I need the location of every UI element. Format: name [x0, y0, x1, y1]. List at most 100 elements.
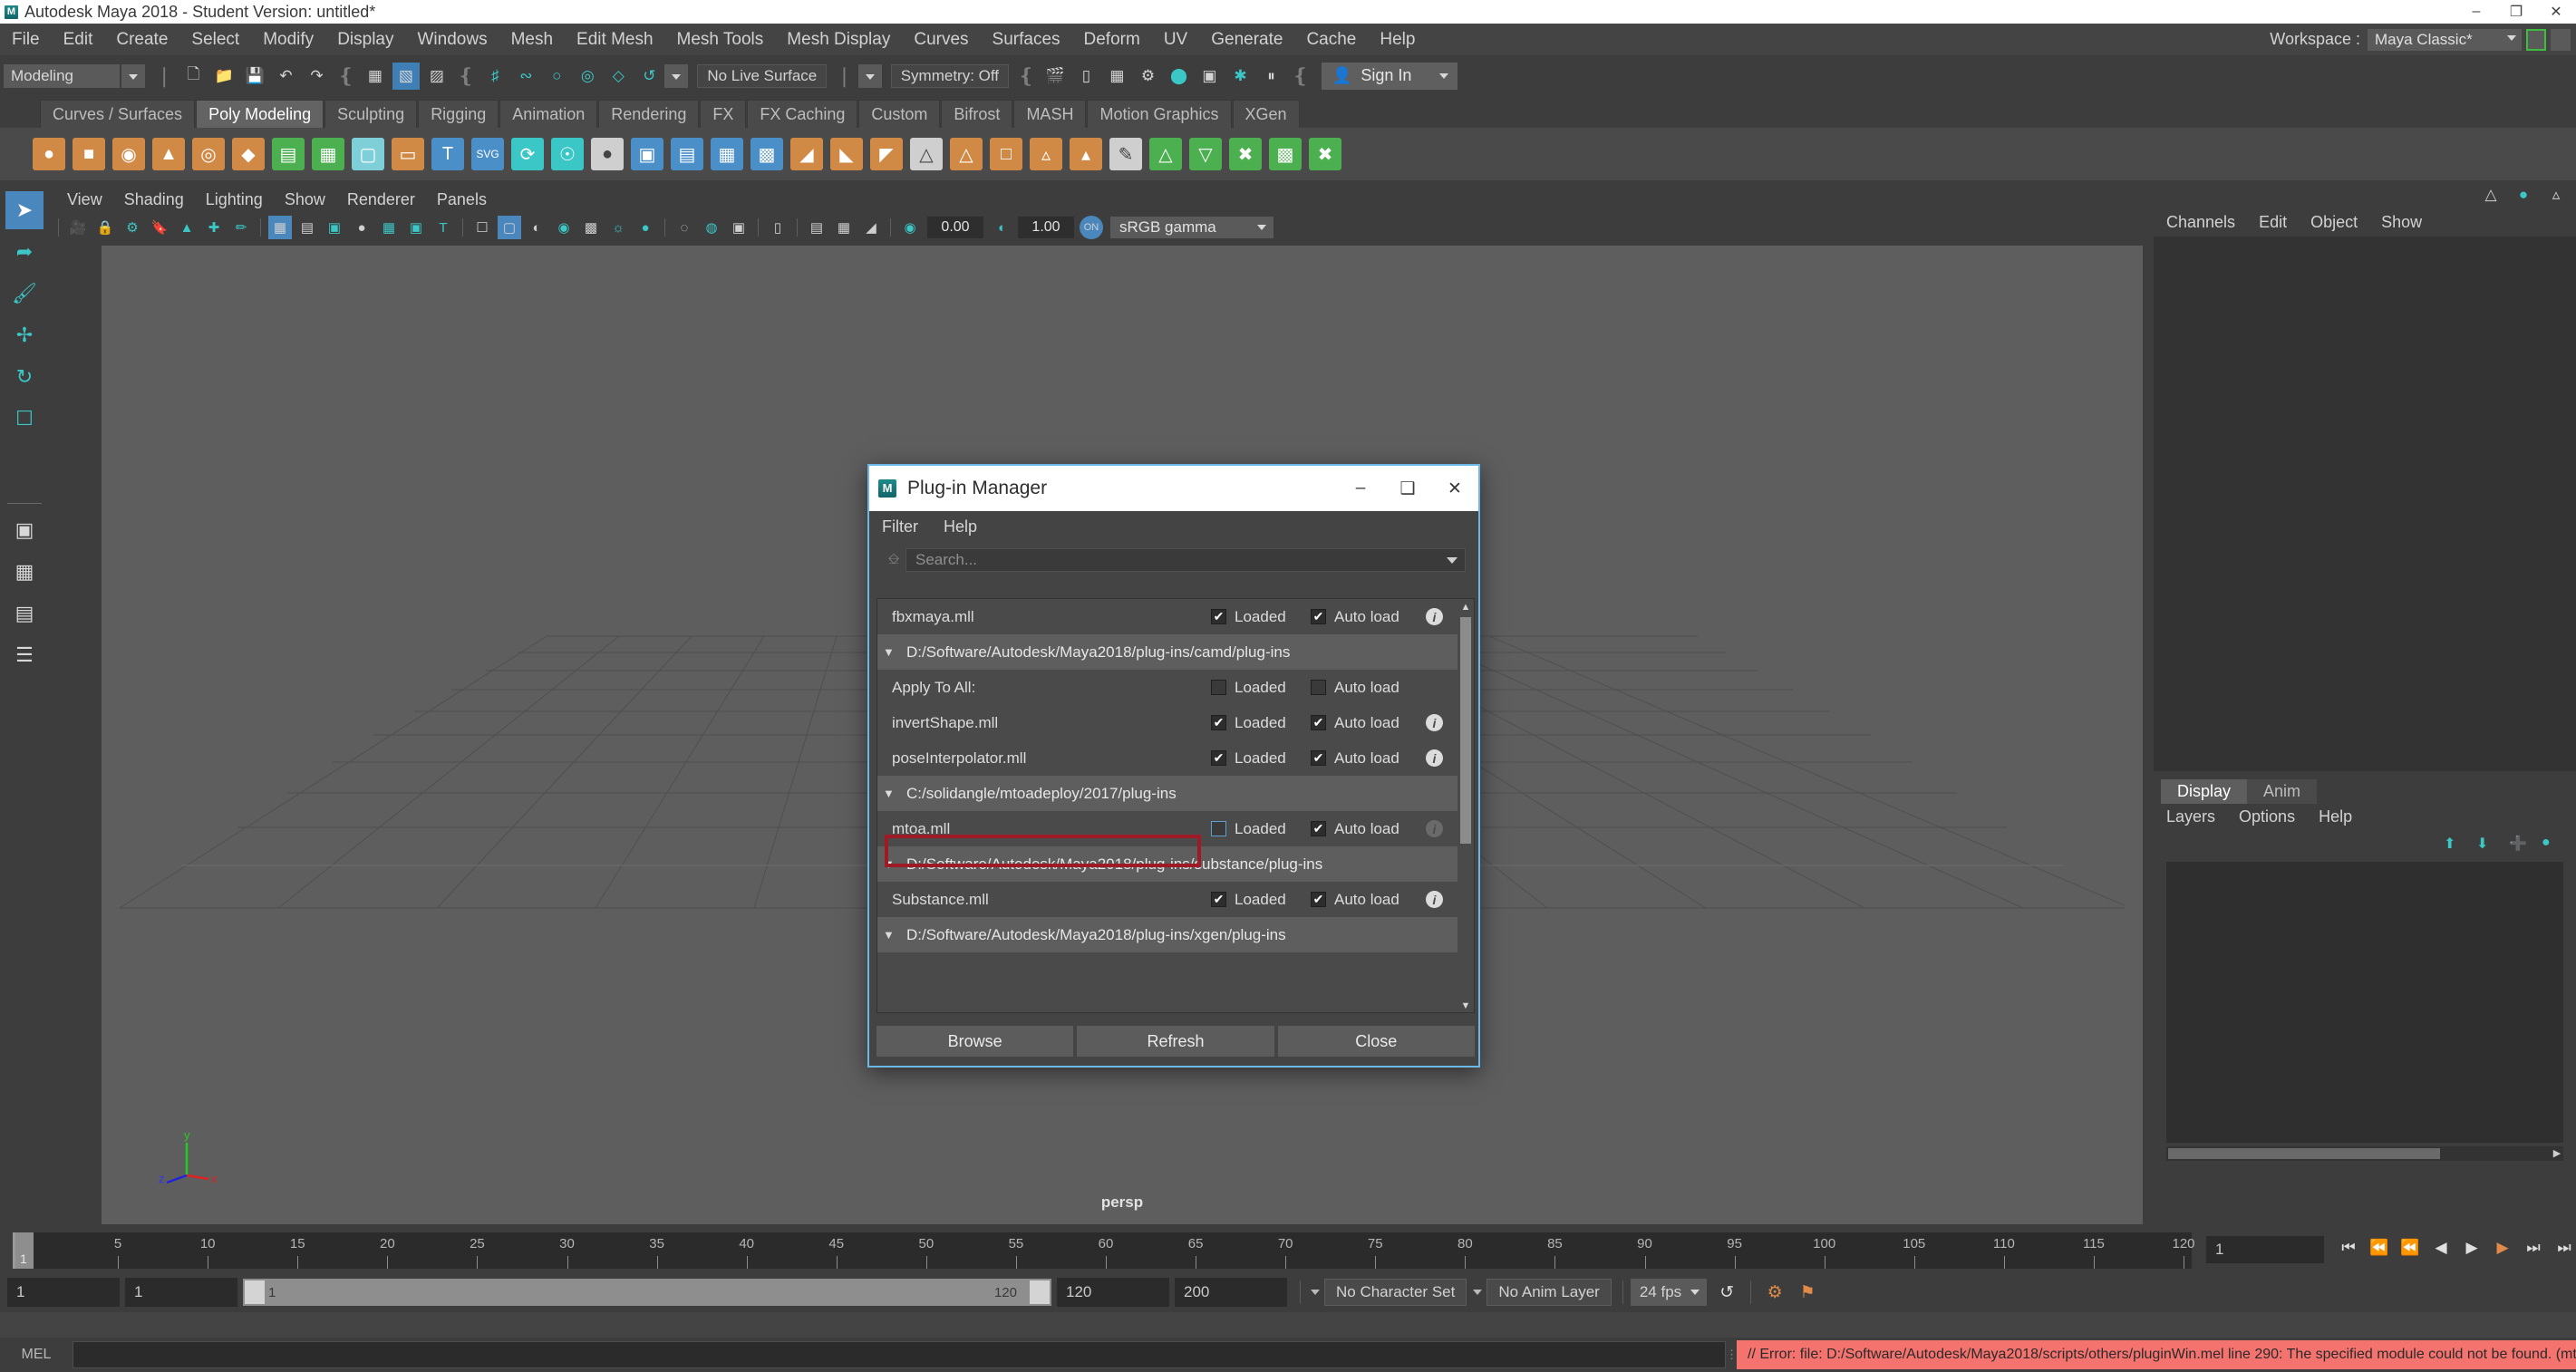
shelf-tab-custom[interactable]: Custom [858, 100, 941, 128]
lock-camera-icon[interactable]: 🔒 [93, 216, 117, 239]
save-scene-icon[interactable]: 💾 [241, 63, 268, 90]
xray-icon[interactable]: ▤ [805, 216, 828, 239]
close-button[interactable]: ✕ [2536, 0, 2576, 24]
plugin-info-icon[interactable]: i [1426, 820, 1443, 837]
anim-end-field[interactable]: 120 [1057, 1278, 1169, 1307]
go-to-start-icon[interactable]: ⏮ [2337, 1236, 2360, 1260]
poly-svg-icon[interactable]: SVG [471, 138, 504, 170]
loaded-checkbox-group[interactable]: ✔ Loaded [1211, 749, 1286, 768]
autoload-checkbox-group[interactable]: ✔ Auto load [1311, 608, 1399, 626]
snap-to-grid-icon[interactable]: ♯ [481, 63, 508, 90]
snap-to-projected-center-icon[interactable]: ◎ [574, 63, 601, 90]
playback-loop-icon[interactable]: ↺ [1713, 1279, 1740, 1306]
workspace-options-button[interactable] [2551, 28, 2571, 51]
shelf-tab-bifrost[interactable]: Bifrost [941, 100, 1013, 128]
smooth-shade-icon[interactable]: ▢ [498, 216, 521, 239]
menu-item-edit-mesh[interactable]: Edit Mesh [565, 24, 664, 55]
playback-start-field[interactable]: 1 [125, 1278, 237, 1307]
panel-menu-show[interactable]: Show [274, 190, 336, 209]
range-start-field[interactable]: 1 [7, 1278, 120, 1307]
plugin-row[interactable]: invertShape.mll ✔ Loaded ✔ Auto load i [877, 705, 1474, 740]
two-d-pan-zoom-icon[interactable]: ✚ [202, 216, 226, 239]
poly-booleans-icon[interactable]: ▢ [352, 138, 384, 170]
triangle-down-icon[interactable]: ▼ [883, 645, 906, 659]
scroll-down-icon[interactable]: ▼ [1457, 998, 1474, 1012]
screen-space-ao-icon[interactable]: ◌ [673, 216, 696, 239]
poly-uv-icon[interactable]: ▩ [1269, 138, 1302, 170]
open-scene-icon[interactable]: 📁 [210, 63, 237, 90]
close-button[interactable]: Close [1277, 1026, 1475, 1057]
previous-key-icon[interactable]: ⏪ [2398, 1236, 2422, 1260]
menu-item-cache[interactable]: Cache [1294, 24, 1368, 55]
autoload-checkbox[interactable]: ✔ [1311, 750, 1326, 766]
panel-menu-shading[interactable]: Shading [113, 190, 195, 209]
redo-previous-render-icon[interactable]: ▯ [1072, 63, 1099, 90]
plugin-manager-close-button[interactable]: ✕ [1431, 466, 1478, 511]
triangle-down-icon[interactable]: ▼ [883, 787, 906, 800]
render-current-frame-icon[interactable]: 🎬 [1041, 63, 1069, 90]
shelf-tab-xgen[interactable]: XGen [1232, 100, 1300, 128]
color-space-dropdown[interactable]: sRGB gamma [1110, 217, 1273, 238]
select-tool-icon[interactable]: ➤ [5, 191, 44, 229]
new-layer-icon[interactable]: ➕ [2509, 835, 2529, 852]
menu-item-modify[interactable]: Modify [251, 24, 325, 55]
triangle-down-icon[interactable]: ▼ [883, 928, 906, 942]
workspace-save-button[interactable] [2526, 28, 2546, 51]
poly-combine-icon[interactable]: ▤ [272, 138, 305, 170]
live-surface-dropdown-arrow[interactable] [664, 63, 689, 88]
move-tool-icon[interactable]: ✢ [5, 316, 44, 354]
plugin-menu-help[interactable]: Help [944, 517, 977, 536]
autoload-checkbox[interactable] [1311, 680, 1326, 695]
grease-pencil-icon[interactable]: ✏ [229, 216, 253, 239]
resolution-gate-icon[interactable]: ▣ [323, 216, 346, 239]
snap-to-view-plane-icon[interactable]: ◇ [605, 63, 632, 90]
autoload-checkbox-group[interactable]: Auto load [1311, 679, 1399, 697]
new-scene-icon[interactable]: 🗋 [179, 63, 207, 90]
panel-menu-panels[interactable]: Panels [426, 190, 498, 209]
scroll-thumb[interactable] [1460, 617, 1471, 844]
loaded-checkbox[interactable]: ✔ [1211, 609, 1226, 624]
lasso-tool-icon[interactable]: ➦ [5, 233, 44, 271]
rotate-tool-icon[interactable]: ↻ [5, 358, 44, 396]
menu-set-dropdown-arrow[interactable] [121, 63, 145, 88]
exposure-value[interactable]: 0.00 [927, 217, 983, 238]
scroll-right-icon[interactable]: ▶ [2551, 1147, 2563, 1160]
render-settings-icon[interactable]: ⚙ [1134, 63, 1161, 90]
shelf-tab-rigging[interactable]: Rigging [418, 100, 499, 128]
poly-prism-icon[interactable]: ◆ [232, 138, 265, 170]
menu-set-dropdown-value[interactable]: Modeling [4, 63, 120, 88]
poly-plane-icon[interactable]: ▭ [392, 138, 424, 170]
autoload-checkbox-group[interactable]: ✔ Auto load [1311, 749, 1399, 768]
shelf-tab-curves-surfaces[interactable]: Curves / Surfaces [40, 100, 196, 128]
character-set-dropdown-arrow[interactable] [1308, 1280, 1324, 1304]
poly-cone-icon[interactable]: ▲ [152, 138, 185, 170]
plugin-info-icon[interactable]: i [1426, 891, 1443, 908]
poly-slide-edge-icon[interactable]: △ [1149, 138, 1182, 170]
poly-reduce-icon[interactable]: ▵ [1030, 138, 1062, 170]
loaded-checkbox-group[interactable]: Loaded [1211, 679, 1286, 697]
command-line-grip[interactable]: ⋮ [1726, 1341, 1738, 1368]
select-by-hierarchy-icon[interactable]: ▦ [362, 63, 389, 90]
shelf-tab-motion-graphics[interactable]: Motion Graphics [1087, 100, 1232, 128]
play-backwards-icon[interactable]: ◀ [2429, 1236, 2453, 1260]
menu-item-deform[interactable]: Deform [1072, 24, 1152, 55]
plugin-list-scrollbar[interactable]: ▲ ▼ [1457, 599, 1474, 1012]
command-input[interactable] [73, 1341, 1726, 1368]
poly-append-icon[interactable]: ▽ [1189, 138, 1222, 170]
exposure-icon[interactable]: ◉ [898, 216, 922, 239]
scroll-thumb[interactable] [2168, 1148, 2440, 1159]
wireframe-icon[interactable]: ☐ [470, 216, 494, 239]
plugin-group-row[interactable]: ▼ D:/Software/Autodesk/Maya2018/plug-ins/… [877, 917, 1474, 952]
layer-list[interactable] [2166, 862, 2563, 1143]
poly-pipe-icon[interactable]: ☉ [551, 138, 584, 170]
poly-separate-icon[interactable]: ▦ [312, 138, 344, 170]
plugin-list[interactable]: fbxmaya.mll ✔ Loaded ✔ Auto load i ▼ D:/Softwar… [876, 598, 1475, 1013]
symmetry-dropdown-arrow[interactable] [857, 63, 882, 88]
poly-cube-icon[interactable]: ■ [73, 138, 105, 170]
tab-anim[interactable]: Anim [2247, 779, 2318, 804]
use-all-lights-icon[interactable]: ◉ [552, 216, 576, 239]
play-forwards-icon[interactable]: ▶ [2460, 1236, 2484, 1260]
loaded-checkbox-group[interactable]: ✔ Loaded [1211, 714, 1286, 732]
menu-item-mesh-display[interactable]: Mesh Display [775, 24, 902, 55]
poly-mirror-icon[interactable]: ◤ [870, 138, 903, 170]
